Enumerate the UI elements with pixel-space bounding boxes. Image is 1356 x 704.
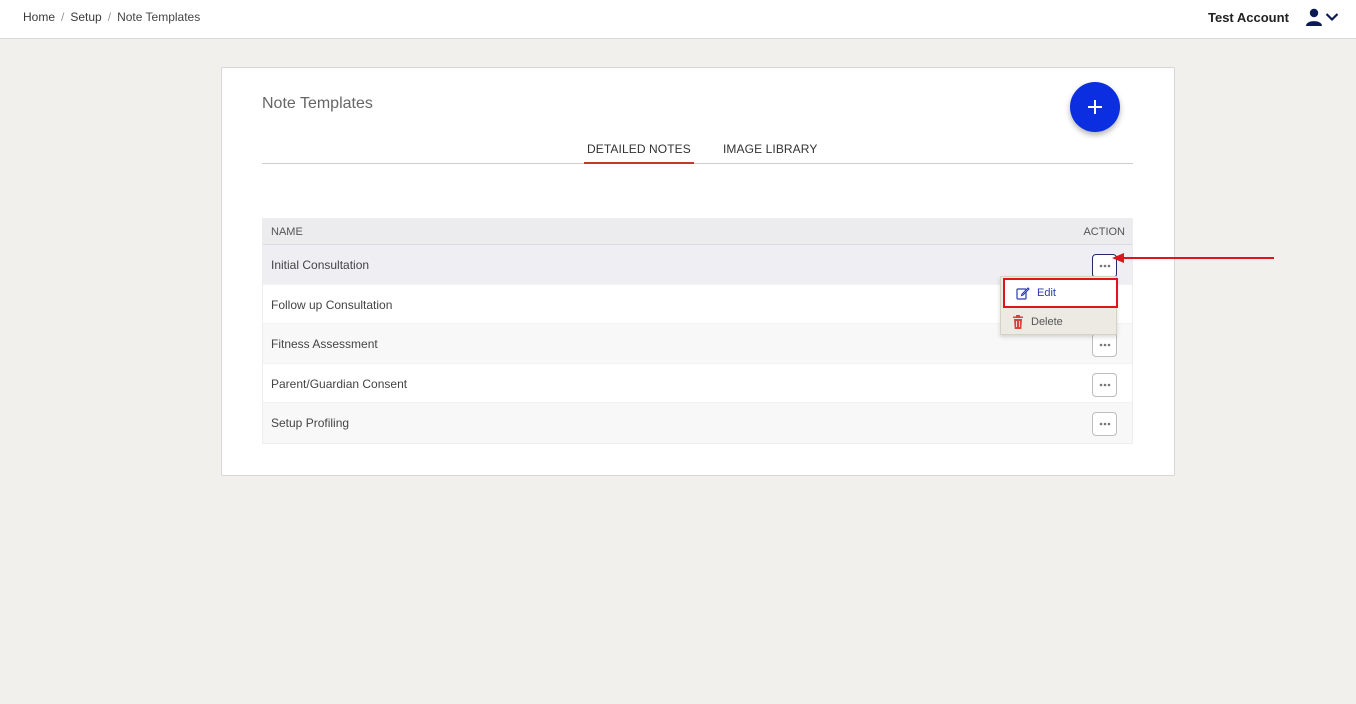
- more-icon: [1099, 422, 1110, 426]
- row-actions-menu: Edit Delete: [1000, 276, 1118, 336]
- column-header-name: NAME: [271, 226, 303, 238]
- breadcrumb: Home / Setup / Note Templates: [23, 10, 200, 24]
- annotation-arrow: [1112, 253, 1274, 263]
- user-menu-button[interactable]: [1305, 7, 1343, 27]
- row-actions-button[interactable]: [1092, 412, 1117, 436]
- plus-icon: [1088, 100, 1102, 114]
- breadcrumb-separator: /: [107, 10, 112, 24]
- delete-menu-item[interactable]: Delete: [1001, 308, 1116, 336]
- user-icon: [1306, 8, 1322, 26]
- note-templates-card: Note Templates DETAILED NOTES IMAGE LIBR…: [221, 67, 1175, 476]
- tab-image-library[interactable]: IMAGE LIBRARY: [723, 142, 817, 164]
- template-name: Fitness Assessment: [271, 337, 378, 351]
- breadcrumb-setup[interactable]: Setup: [70, 10, 101, 24]
- template-name: Parent/Guardian Consent: [271, 376, 408, 391]
- row-actions-button[interactable]: [1092, 333, 1117, 357]
- more-icon: [1099, 343, 1110, 347]
- template-name: Setup Profiling: [271, 416, 350, 430]
- more-icon: [1099, 264, 1110, 268]
- table-row: Parent/Guardian Consent: [263, 364, 1132, 403]
- table-body: Initial Consultation Follow up Consultat…: [263, 245, 1132, 443]
- tab-detailed-notes[interactable]: DETAILED NOTES: [584, 142, 694, 164]
- breadcrumb-current: Note Templates: [117, 10, 201, 24]
- column-header-action: ACTION: [1083, 226, 1125, 238]
- template-name: Initial Consultation: [271, 258, 370, 272]
- top-bar: Home / Setup / Note Templates Test Accou…: [0, 0, 1356, 39]
- chevron-down-icon: [1325, 13, 1339, 22]
- row-actions-button[interactable]: [1092, 372, 1117, 397]
- account-name: Test Account: [1208, 10, 1289, 25]
- more-icon: [1099, 383, 1110, 386]
- tab-bar: DETAILED NOTES IMAGE LIBRARY: [262, 140, 1133, 164]
- table-row: Setup Profiling: [263, 403, 1132, 443]
- breadcrumb-home[interactable]: Home: [23, 10, 55, 24]
- page-title: Note Templates: [262, 95, 373, 112]
- edit-menu-label: Edit: [1037, 287, 1056, 299]
- breadcrumb-separator: /: [61, 10, 65, 24]
- trash-icon: [1013, 315, 1023, 329]
- add-template-button[interactable]: [1070, 82, 1120, 132]
- table-header: NAME ACTION: [263, 219, 1132, 245]
- delete-menu-label: Delete: [1031, 316, 1063, 328]
- template-name: Follow up Consultation: [271, 297, 393, 312]
- edit-menu-item[interactable]: Edit: [1003, 278, 1118, 308]
- edit-icon: [1016, 287, 1030, 300]
